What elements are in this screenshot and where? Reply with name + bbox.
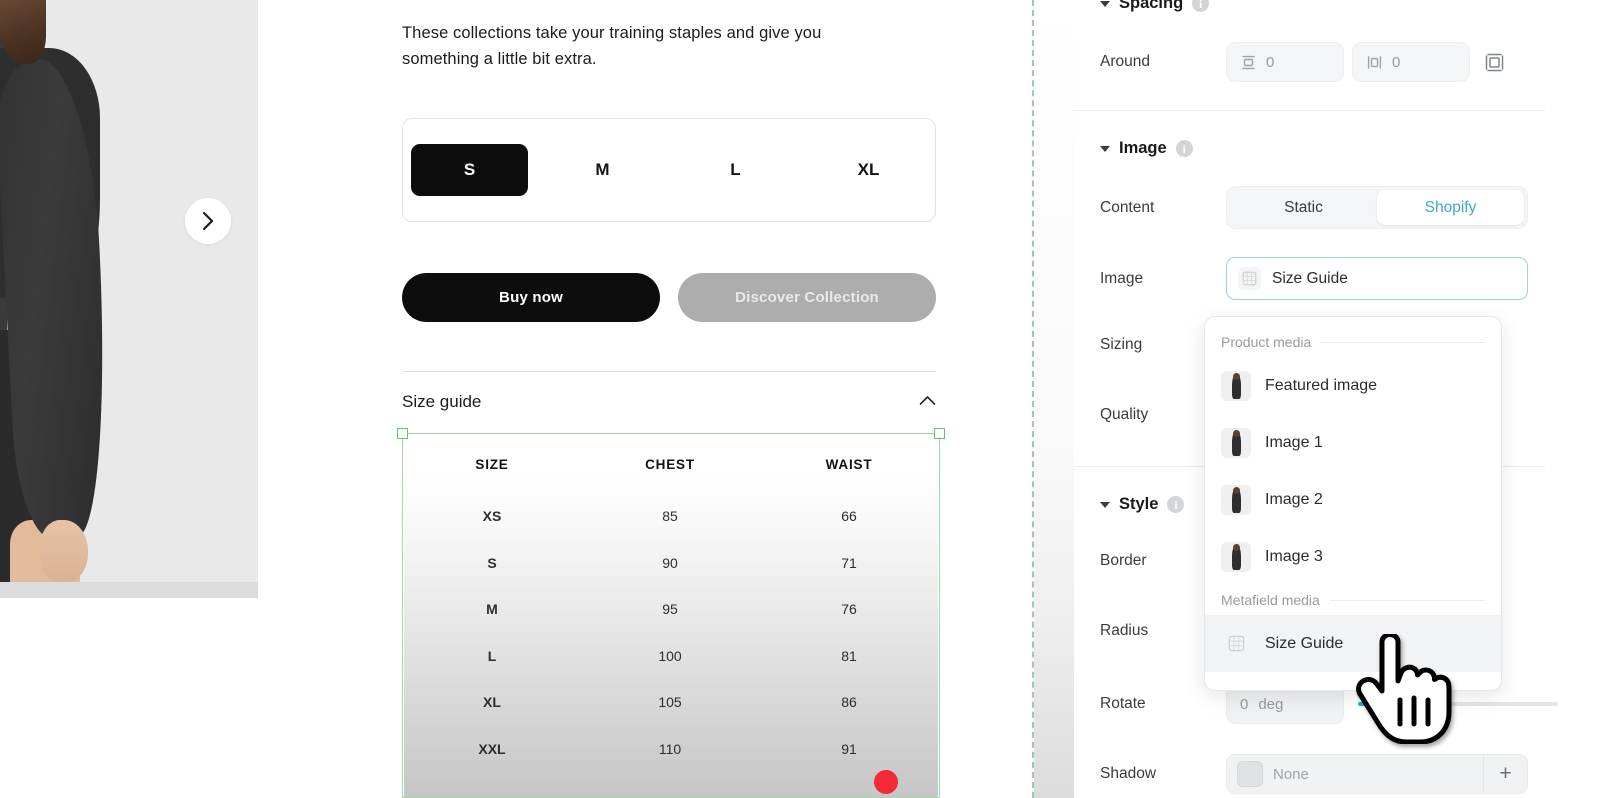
spacing-horizontal-value: 0 [1392,53,1401,71]
dropdown-item-label: Image 1 [1265,433,1323,451]
product-gallery [0,0,258,598]
model-thumbnail [1221,541,1251,572]
block-selection-outline [397,428,945,798]
size-guide-title: Size guide [402,392,482,411]
image-source-select[interactable]: Size Guide [1226,257,1528,300]
rotate-value: 0 [1240,695,1249,713]
row-shadow: Shadow None + [1074,754,1528,794]
dropdown-item-label: Featured image [1265,376,1378,394]
spacing-vertical-icon [1240,54,1257,71]
group-label-product-media: Product media [1221,334,1312,350]
table-grid-icon [1238,267,1261,290]
dropdown-item-image-2[interactable]: Image 2 [1205,471,1501,528]
canvas-gutter [1034,0,1074,798]
row-around: Around 0 0 [1074,42,1505,82]
section-header-spacing[interactable]: Spacing i [1074,0,1210,13]
dropdown-item-image-3[interactable]: Image 3 [1205,528,1501,585]
row-content: Content Static Shopify [1074,186,1528,229]
section-title-style: Style [1119,495,1159,513]
chevron-up-icon[interactable] [919,393,936,411]
shadow-color-swatch[interactable] [1237,761,1263,787]
dropdown-item-featured-image[interactable]: Featured image [1205,357,1501,414]
gallery-next-button[interactable] [185,198,231,244]
content-source-segmented-control: Static Shopify [1226,186,1528,229]
info-icon[interactable]: i [1167,496,1185,513]
info-icon[interactable]: i [1175,140,1193,157]
chevron-right-icon [201,211,215,231]
divider [1074,110,1545,111]
segment-shopify[interactable]: Shopify [1377,190,1524,225]
dropdown-item-image-1[interactable]: Image 1 [1205,414,1501,471]
model-thumbnail [1221,370,1251,401]
dropdown-item-label: Image 3 [1265,547,1323,565]
dropdown-item-label: Size Guide [1265,634,1344,652]
section-header-style[interactable]: Style i [1074,495,1185,514]
model-hand [40,520,88,582]
size-option-m[interactable]: M [544,144,661,196]
model-thumbnail [1221,484,1251,515]
spacing-horizontal-input[interactable]: 0 [1352,42,1470,82]
spacing-horizontal-icon [1366,54,1383,71]
section-header-image[interactable]: Image i [1074,139,1193,158]
label-shadow: Shadow [1100,765,1157,782]
dropdown-item-size-guide[interactable]: Size Guide [1205,615,1501,672]
shadow-add-button[interactable]: + [1483,755,1527,793]
dropdown-group-metafield-media: Metafield media [1205,585,1501,615]
caret-down-icon[interactable] [1100,0,1110,7]
label-image: Image [1100,269,1144,287]
shadow-value: None [1273,765,1309,783]
segment-static[interactable]: Static [1230,190,1377,225]
section-divider [402,371,936,372]
spacing-vertical-value: 0 [1266,53,1275,71]
size-guide-accordion-header[interactable]: Size guide [402,392,936,412]
image-source-value: Size Guide [1272,269,1348,287]
image-source-dropdown: Product media Featured image Image 1 Ima… [1204,316,1502,691]
section-title-spacing: Spacing [1119,0,1184,12]
size-selector: S M L XL [402,118,936,222]
group-rule [1329,599,1485,601]
alignment-guide-line [1032,0,1034,798]
rotate-slider[interactable] [1358,702,1558,706]
info-icon[interactable]: i [1192,0,1210,12]
gallery-floor [0,582,258,598]
row-image: Image Size Guide [1074,257,1528,300]
resize-handle-top-right[interactable] [934,428,945,439]
dropdown-item-label: Image 2 [1265,490,1323,508]
spacing-all-icon[interactable] [1484,52,1505,73]
model-thumbnail [1221,427,1251,458]
group-label-metafield-media: Metafield media [1221,592,1320,608]
rotate-slider-fill [1358,702,1416,706]
caret-down-icon[interactable] [1100,501,1110,508]
group-rule [1321,341,1485,343]
caret-down-icon[interactable] [1100,145,1110,152]
cta-row: Buy now Discover Collection [402,273,936,322]
spacing-vertical-input[interactable]: 0 [1226,42,1344,82]
section-title-image: Image [1119,139,1167,157]
editor-screen: These collections take your training sta… [0,0,1600,798]
label-content: Content [1100,198,1155,216]
buy-now-button[interactable]: Buy now [402,273,660,322]
rotate-unit: deg [1258,695,1284,713]
size-option-l[interactable]: L [677,144,794,196]
product-description: These collections take your training sta… [402,24,822,68]
resize-handle-top-left[interactable] [397,428,408,439]
shadow-control: None + [1226,754,1528,794]
dropdown-group-product-media: Product media [1205,327,1501,357]
size-option-s[interactable]: S [411,144,528,196]
size-option-xl[interactable]: XL [810,144,927,196]
discover-collection-button[interactable]: Discover Collection [678,273,936,322]
table-grid-icon [1221,628,1251,659]
product-detail-canvas: These collections take your training sta… [258,0,1033,798]
label-around: Around [1100,53,1150,70]
label-rotate: Rotate [1100,695,1146,712]
